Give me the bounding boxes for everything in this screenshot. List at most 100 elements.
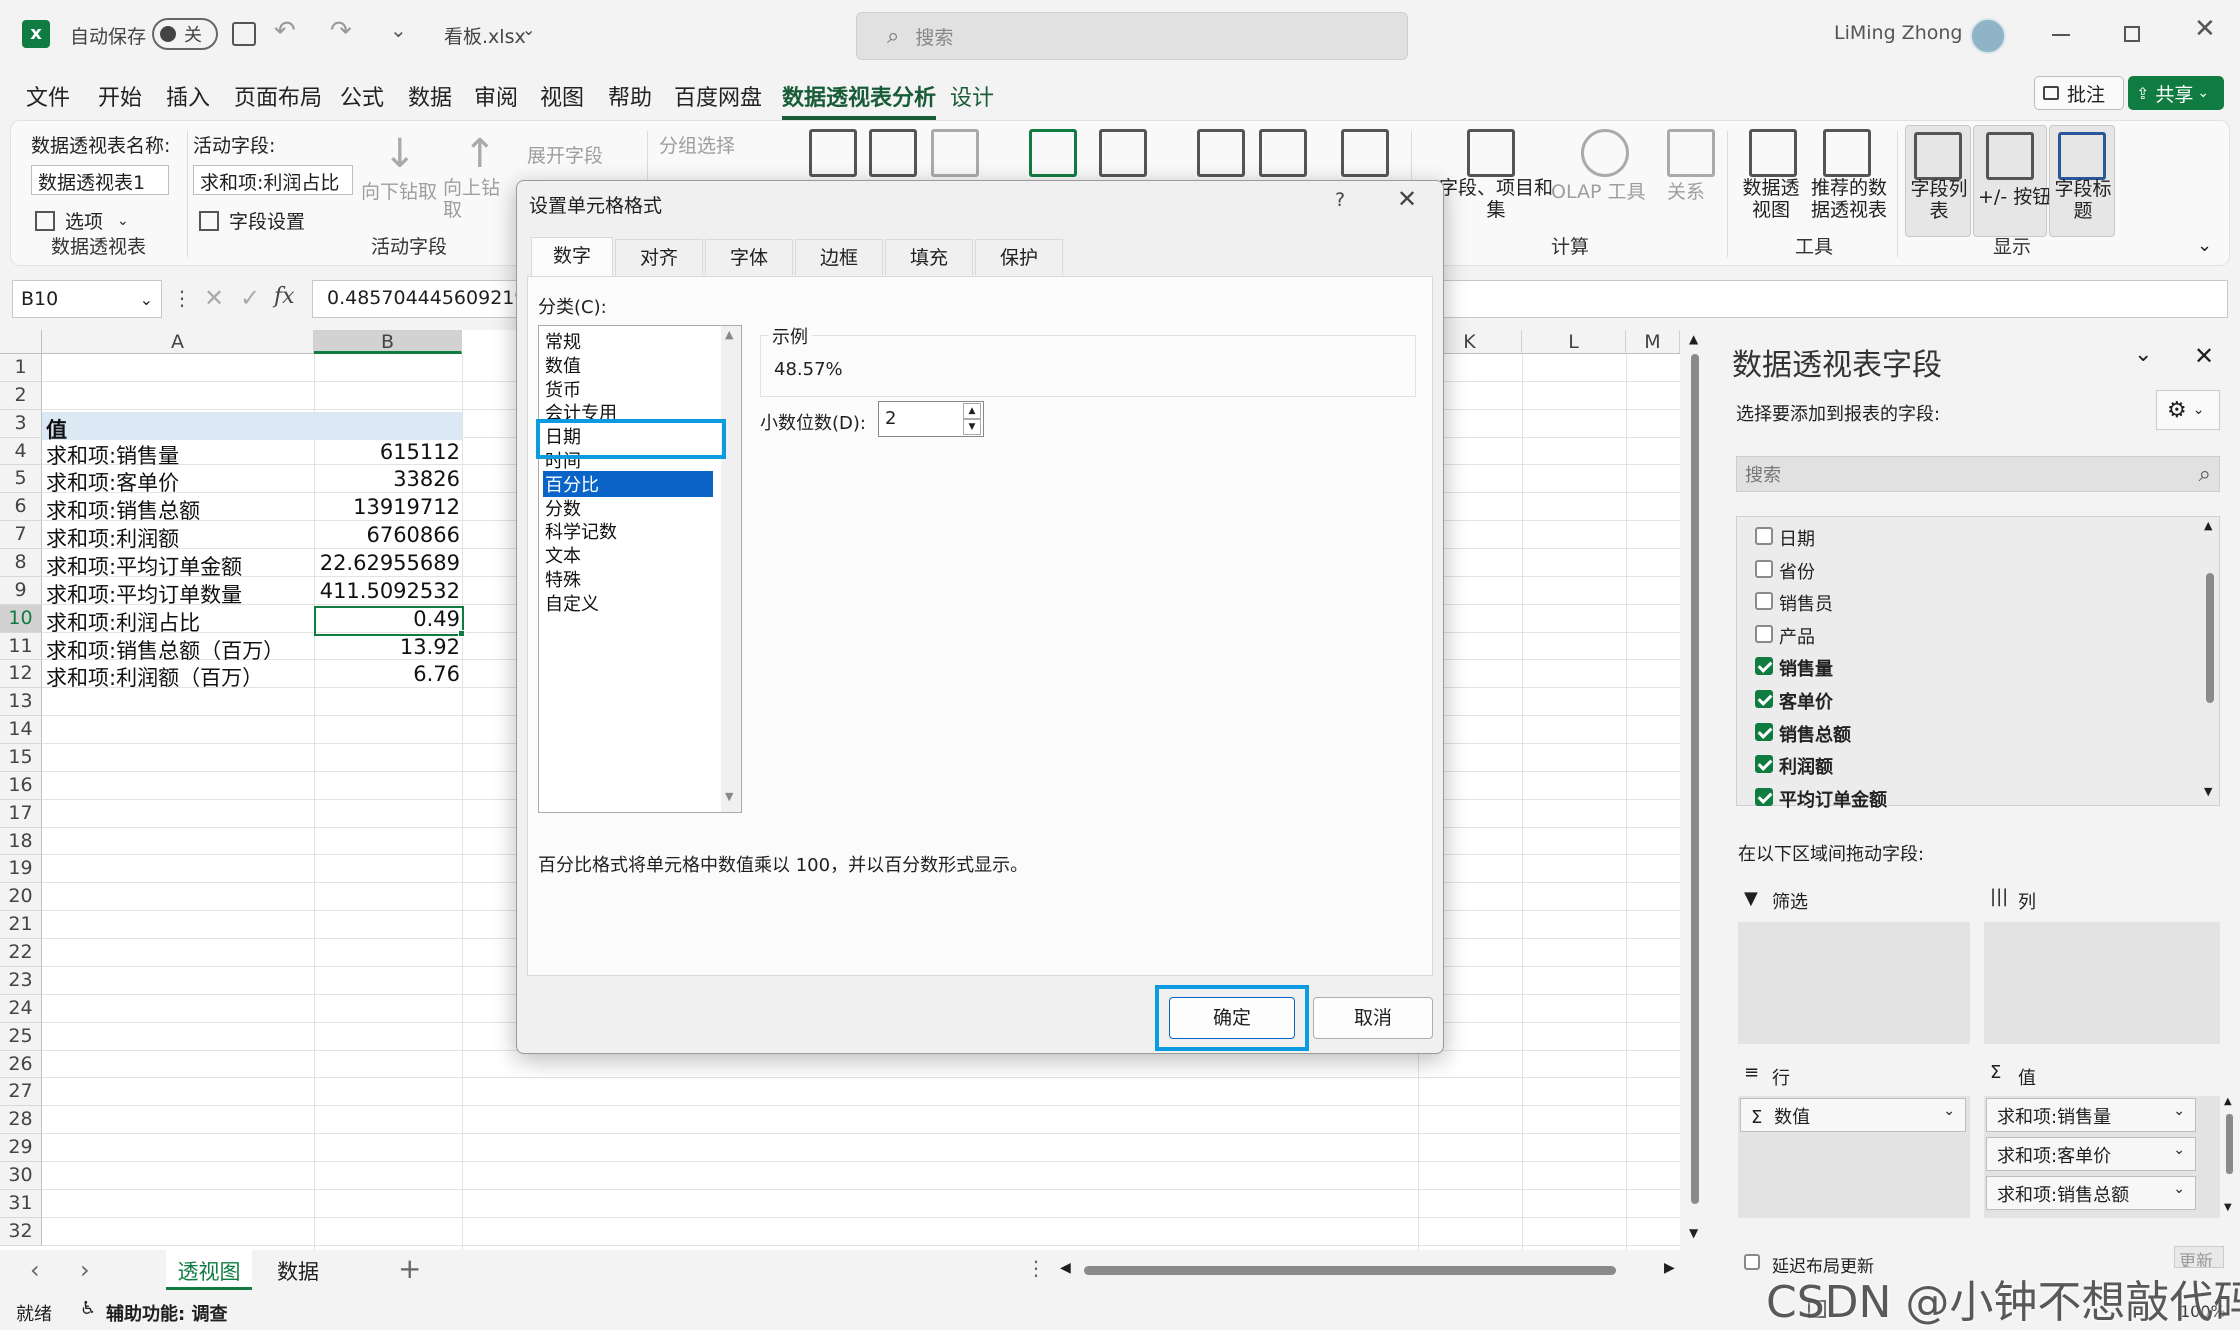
field-headers-toggle[interactable]: 字段标题 (2049, 125, 2115, 237)
select-icon[interactable] (1259, 129, 1307, 177)
sheet-tab-data[interactable]: 数据 (258, 1250, 338, 1290)
values-item[interactable]: 求和项:销售量 ⌄ (1986, 1098, 2196, 1132)
close-pane-icon[interactable]: ✕ (2194, 342, 2214, 370)
pivot-row-value[interactable]: 13919712 (316, 495, 460, 519)
values-item[interactable]: 求和项:销售总额 ⌄ (1986, 1176, 2196, 1210)
clear-icon[interactable] (1197, 129, 1245, 177)
row-header[interactable]: 21 (0, 911, 42, 940)
menu-data[interactable]: 数据 (408, 80, 452, 112)
change-source-icon[interactable] (1099, 129, 1147, 177)
field-checkbox[interactable] (1755, 787, 1773, 806)
filters-drop-area[interactable] (1738, 922, 1970, 1044)
options-button[interactable]: 选项 ⌄ (35, 207, 129, 234)
cancel-button[interactable]: 取消 (1313, 997, 1433, 1039)
menu-page-layout[interactable]: 页面布局 (234, 80, 322, 112)
field-name[interactable]: 日期 (1779, 525, 1815, 551)
field-name[interactable]: 省份 (1779, 558, 1815, 584)
redo-icon[interactable]: ↷ (330, 16, 352, 46)
move-icon[interactable] (1341, 129, 1389, 177)
spinner-down-icon[interactable]: ▼ (963, 419, 981, 435)
refresh-icon[interactable] (1029, 129, 1077, 177)
undo-icon[interactable]: ↶ (274, 16, 296, 46)
row-header[interactable]: 12 (0, 660, 42, 689)
search-box[interactable]: ⌕ 搜索 (856, 12, 1408, 60)
horizontal-scrollbar[interactable]: ◀ ▶ (1058, 1260, 1684, 1280)
scroll-down-icon[interactable]: ▼ (725, 790, 733, 803)
customize-qat-icon[interactable]: ⌄ (390, 18, 407, 42)
pivot-chart-button[interactable]: 数据透视图 (1739, 177, 1803, 221)
row-header[interactable]: 1 (0, 354, 42, 382)
recommended-button[interactable]: 推荐的数据透视表 (1807, 177, 1891, 221)
scroll-up-icon[interactable]: ▲ (2224, 1096, 2232, 1107)
active-field-input[interactable]: 求和项:利润占比 (193, 165, 353, 195)
field-checkbox[interactable] (1755, 592, 1773, 611)
row-header[interactable]: 15 (0, 744, 42, 772)
scrollbar-thumb[interactable] (1084, 1266, 1616, 1275)
row-header[interactable]: 22 (0, 939, 42, 967)
category-item[interactable]: 科学记数 (545, 518, 617, 544)
column-header-l[interactable]: L (1522, 330, 1626, 354)
column-header-b[interactable]: B (314, 330, 462, 354)
pivot-row-label[interactable]: 求和项:平均订单金额 (46, 551, 242, 581)
share-button[interactable]: ⇪ 共享 ⌄ (2128, 76, 2224, 110)
spinner-up-icon[interactable]: ▲ (963, 403, 981, 419)
category-item[interactable]: 自定义 (545, 590, 599, 616)
field-search-input[interactable]: 搜索 ⌕ (1736, 456, 2220, 492)
field-name[interactable]: 销售量 (1779, 655, 1833, 681)
row-header[interactable]: 32 (0, 1217, 42, 1246)
tab-protection[interactable]: 保护 (975, 239, 1063, 275)
accessibility-status[interactable]: 辅助功能: 调查 (106, 1300, 227, 1326)
drill-down-button[interactable]: 向下钻取 (361, 177, 437, 204)
drill-up-button[interactable]: 向上钻取 (443, 177, 503, 221)
scrollbar-thumb[interactable] (2206, 573, 2214, 703)
ok-button[interactable]: 确定 (1169, 997, 1295, 1039)
field-name[interactable]: 产品 (1779, 623, 1815, 649)
more-icon[interactable]: ⋮ (172, 286, 192, 310)
ribbon-icon[interactable] (809, 129, 857, 177)
row-header[interactable]: 7 (0, 521, 42, 550)
category-list[interactable]: 常规 数值 货币 会计专用 日期 时间 百分比 分数 科学记数 文本 特殊 自定义 ▲ ▼ (538, 325, 742, 813)
ribbon-icon[interactable] (931, 129, 979, 177)
pivot-row-value[interactable]: 6.76 (316, 662, 460, 686)
pivot-row-value[interactable]: 411.5092532 (316, 579, 460, 603)
field-name[interactable]: 销售员 (1779, 590, 1833, 616)
row-header[interactable]: 20 (0, 883, 42, 912)
values-scrollbar[interactable]: ▲ ▼ (2222, 1096, 2236, 1218)
pivot-row-value[interactable]: 615112 (316, 440, 460, 464)
row-header[interactable]: 3 (0, 409, 42, 438)
pivot-row-value[interactable]: 13.92 (316, 635, 460, 659)
sheet-tab-pivot[interactable]: 透视图 (166, 1250, 252, 1290)
fields-items-sets-button[interactable]: 字段、项目和集 (1431, 177, 1561, 221)
save-icon[interactable] (232, 22, 256, 46)
category-item[interactable]: 数值 (545, 352, 581, 378)
close-window-icon[interactable]: ✕ (2194, 14, 2216, 44)
row-header[interactable]: 18 (0, 827, 42, 856)
scroll-down-icon[interactable]: ▼ (1689, 1226, 1698, 1240)
scroll-up-icon[interactable]: ▲ (725, 328, 733, 341)
name-box[interactable]: B10 ⌄ (12, 280, 162, 318)
menu-view[interactable]: 视图 (540, 80, 584, 112)
pivot-row-label[interactable]: 求和项:客单价 (46, 467, 179, 497)
field-name[interactable]: 客单价 (1779, 688, 1833, 714)
category-item[interactable]: 常规 (545, 328, 581, 354)
rows-drop-area[interactable]: Σ 数值 ⌄ (1738, 1096, 1970, 1218)
pivot-row-value[interactable]: 6760866 (316, 523, 460, 547)
enter-icon[interactable]: ✓ (240, 284, 260, 312)
restore-icon[interactable] (2124, 26, 2140, 42)
category-item-selected[interactable]: 百分比 (543, 470, 713, 497)
fill-handle[interactable] (458, 630, 465, 637)
tab-alignment[interactable]: 对齐 (615, 239, 703, 275)
row-header[interactable]: 28 (0, 1106, 42, 1135)
row-header[interactable]: 8 (0, 549, 42, 577)
values-drop-area[interactable]: 求和项:销售量 ⌄ 求和项:客单价 ⌄ 求和项:销售总额 ⌄ (1984, 1096, 2220, 1218)
pivot-row-label[interactable]: 求和项:销售总额 (46, 495, 200, 525)
chevron-down-icon[interactable]: ⌄ (2134, 342, 2152, 367)
row-header[interactable]: 27 (0, 1078, 42, 1107)
pane-settings-button[interactable]: ⚙ ⌄ (2156, 390, 2220, 430)
file-name[interactable]: 看板.xlsx (444, 22, 526, 49)
scroll-down-icon[interactable]: ▼ (2204, 785, 2212, 798)
field-name[interactable]: 销售总额 (1779, 721, 1851, 747)
menu-pivot-analyze[interactable]: 数据透视表分析 (782, 80, 937, 120)
avatar[interactable] (1970, 18, 2006, 54)
category-item[interactable]: 特殊 (545, 566, 581, 592)
